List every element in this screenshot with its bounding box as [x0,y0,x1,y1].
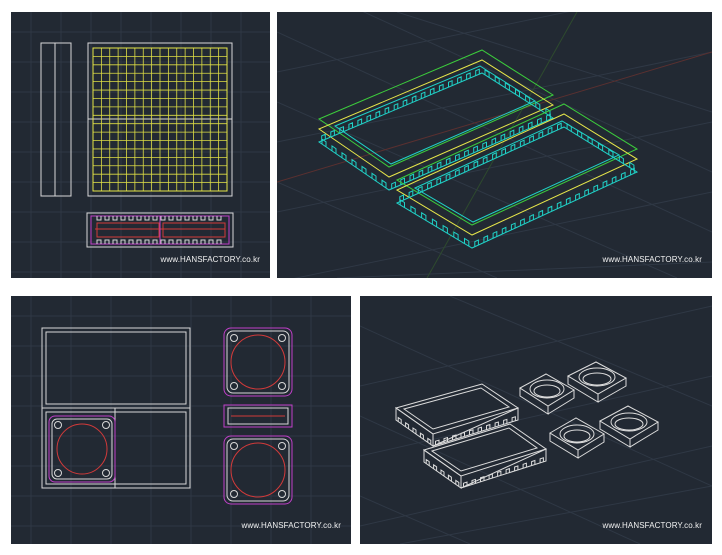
top-right-drawing [277,12,712,278]
bottom-left-drawing [11,296,351,544]
background-grid [11,12,270,278]
background-grid [11,296,351,544]
watermark: www.HANSFACTORY.co.kr [160,255,260,264]
cad-view-top-right: www.HANSFACTORY.co.kr [277,12,712,278]
axis-green [426,12,578,278]
fan-guard-top [223,327,293,397]
watermark: www.HANSFACTORY.co.kr [602,255,702,264]
fan-guard-iso-4 [598,405,660,448]
frame-left [317,49,555,191]
fan-guard-iso-2 [566,361,628,403]
top-left-drawing [11,12,270,278]
frame-right [395,103,639,249]
watermark: www.HANSFACTORY.co.kr [241,521,341,530]
cad-view-bottom-left: www.HANSFACTORY.co.kr [11,296,351,544]
tray-isometric-2 [422,423,548,489]
fan-guard-embedded [48,415,116,483]
side-profile [40,42,72,197]
fan-guard-side [223,404,293,428]
trays-plan [41,327,191,489]
fan-guard-bottom [223,435,293,505]
tray-isometric-1 [394,383,520,447]
fan-guard-iso-3 [549,417,605,459]
bottom-right-drawing [360,296,712,544]
watermark: www.HANSFACTORY.co.kr [602,521,702,530]
fan-guard-iso-1 [519,373,575,415]
cad-view-top-left: www.HANSFACTORY.co.kr [11,12,270,278]
cad-view-bottom-right: www.HANSFACTORY.co.kr [360,296,712,544]
